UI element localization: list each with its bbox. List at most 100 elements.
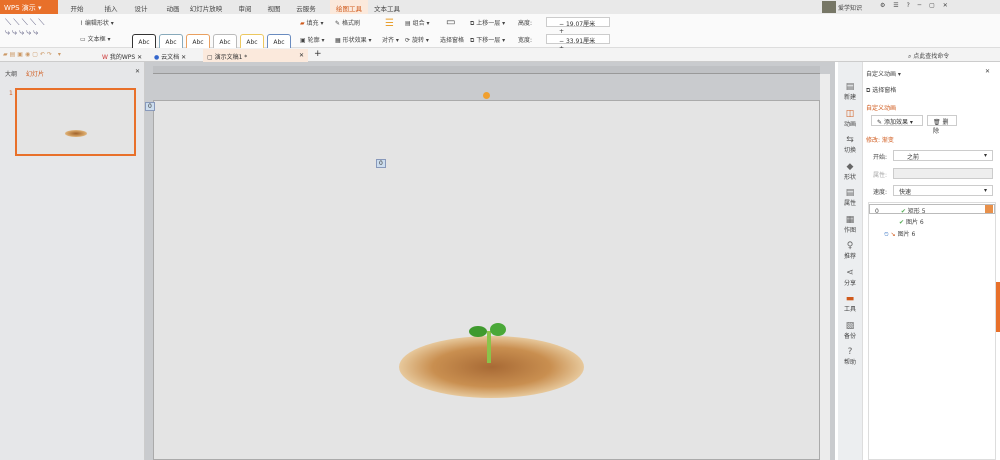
side-label: 分享 [843, 279, 856, 287]
tab-9[interactable]: 文本工具 [368, 0, 406, 14]
selection-pane-link[interactable]: ⧉ 选择窗格 [866, 85, 896, 95]
close-panel-icon[interactable]: ✕ [135, 68, 140, 75]
side-button-6[interactable]: ♀ 推荐 [838, 241, 862, 260]
side-icon: ▬ [845, 294, 855, 304]
slide-number: 1 [9, 90, 13, 97]
sprout-leaf-left [469, 326, 487, 337]
side-icon: ▦ [845, 214, 855, 225]
new-tab-button[interactable]: + [310, 49, 326, 62]
tab-5[interactable]: 审阅 [230, 0, 260, 14]
selection-pane-button[interactable]: 选择窗格 [440, 35, 464, 44]
side-button-4[interactable]: ▤ 属性 [838, 188, 862, 207]
property-label: 属性: [873, 172, 888, 179]
align-button[interactable]: 对齐 ▾ [382, 35, 399, 44]
speed-select[interactable]: 快速 ▾ [893, 185, 993, 196]
doc-tab-my-wps[interactable]: W 我的WPS ✕ [98, 49, 146, 62]
sprout-stem [487, 331, 491, 363]
animation-list: 0 ✔ 矩形 5 ✔ 图片 6 ⏲ ↘ 图片 6 [868, 202, 996, 460]
vertical-scrollbar[interactable] [820, 74, 830, 460]
side-icon: ▤ [845, 188, 855, 198]
document-tab-bar: ▰▤▣◉▢↶↷ ▾ W 我的WPS ✕ ● 云文档 ✕ ▢ 演示文稿1 * ✕ +… [0, 48, 1000, 62]
group-button[interactable]: ▤ 组合 ▾ [405, 18, 430, 27]
slides-panel: 大纲 幻灯片 ✕ 1 [0, 62, 145, 460]
slide[interactable]: 0 [153, 100, 820, 460]
doc-tab-cloud[interactable]: ● 云文档 ✕ [150, 49, 190, 62]
side-label: 工具 [843, 306, 856, 313]
side-button-9[interactable]: ▧ 备份 [838, 321, 862, 340]
tab-1[interactable]: 插入 [96, 0, 126, 14]
rotate-button[interactable]: ⟳ 旋转 ▾ [405, 35, 429, 44]
side-label: 备份 [843, 332, 856, 340]
outline-button[interactable]: ▣ 轮廓 ▾ [300, 35, 325, 44]
edit-shape-button[interactable]: ⌇ 编辑形状 ▾ [80, 18, 114, 27]
side-icon: ▤ [845, 82, 855, 92]
width-input[interactable]: − 33.91厘米 + [546, 34, 610, 52]
add-effect-button[interactable]: ✎ 添加效果 ▾ [871, 115, 923, 126]
line-shapes-gallery[interactable]: ⟍⟍⟍⟍⟍ ⤷⤷⤷⤷⤷ [5, 18, 65, 44]
start-label: 开始: [873, 154, 888, 161]
ribbon: ⟍⟍⟍⟍⟍ ⤷⤷⤷⤷⤷ ⌇ 编辑形状 ▾ ▭ 文本框 ▾ Abc Abc Abc … [0, 14, 1000, 52]
bring-forward-button[interactable]: ⧉ 上移一层 ▾ [470, 18, 505, 28]
tab-2[interactable]: 设计 [126, 0, 156, 14]
side-icon: ⋖ [846, 267, 854, 278]
animation-item[interactable]: 0 ✔ 矩形 5 [869, 204, 995, 215]
tab-outline[interactable]: 大纲 [5, 69, 17, 78]
side-button-2[interactable]: ⇆ 切换 [838, 135, 862, 154]
modify-heading: 修改: 渐变 [866, 137, 894, 144]
section-heading: 自定义动画 [866, 105, 897, 112]
side-button-0[interactable]: ▤ 新建 [838, 82, 862, 101]
soil-image[interactable] [399, 336, 584, 398]
property-select [893, 168, 993, 179]
side-label: 切换 [843, 147, 856, 154]
side-button-5[interactable]: ▦ 作图 [838, 215, 862, 234]
side-icon: ▧ [845, 320, 855, 331]
delete-button[interactable]: 🗑 删除 [927, 115, 957, 135]
app-menu-button[interactable]: WPS 演示 ▾ [0, 0, 58, 14]
side-label: 属性 [843, 200, 856, 207]
tab-7[interactable]: 云服务 [290, 0, 322, 14]
shape-effect-button[interactable]: ▦ 形状效果 ▾ [335, 35, 372, 44]
side-button-3[interactable]: ◆ 形状 [838, 162, 862, 181]
close-panel-icon[interactable]: ✕ [985, 68, 990, 75]
textbox-button[interactable]: ▭ 文本框 ▾ [80, 34, 111, 43]
side-icon: ◫ [845, 108, 855, 119]
animation-tag[interactable]: 0 [376, 159, 386, 168]
side-button-7[interactable]: ⋖ 分享 [838, 268, 862, 287]
side-label: 推荐 [843, 253, 856, 260]
tab-8[interactable]: 绘图工具 [330, 0, 368, 14]
side-button-1[interactable]: ◫ 动画 [838, 109, 862, 128]
doc-tab-presentation[interactable]: ▢ 演示文稿1 * ✕ [203, 49, 308, 62]
animation-item[interactable]: ⏲ ↘ 图片 6 [884, 229, 915, 239]
user-name[interactable]: 爱学知识 [838, 3, 862, 12]
panel-collapse-handle[interactable] [996, 282, 1000, 332]
speed-label: 速度: [873, 189, 888, 196]
fill-button[interactable]: ▰ 填充 ▾ [300, 18, 323, 27]
align-icon: ☰ [385, 18, 394, 29]
slide-thumbnail[interactable] [15, 88, 136, 156]
app-logo: WPS 演示 [4, 4, 36, 12]
animation-item[interactable]: ✔ 图片 6 [899, 217, 924, 226]
side-icon: ? [847, 347, 853, 357]
search-command[interactable]: ⌕ 点此查找命令 [908, 51, 949, 61]
avatar[interactable] [822, 1, 836, 13]
side-button-8[interactable]: ▬ 工具 [838, 294, 862, 313]
tab-3[interactable]: 动画 [158, 0, 188, 14]
selection-pane-icon: ▭ [446, 17, 456, 28]
tab-slides[interactable]: 幻灯片 [26, 69, 44, 78]
height-input[interactable]: − 19.07厘米 + [546, 17, 610, 35]
tab-0[interactable]: 开始 [58, 0, 96, 14]
format-painter-button[interactable]: ✎ 格式刷 [335, 18, 360, 27]
panel-title[interactable]: 自定义动画 ▾ [866, 69, 901, 78]
side-label: 新建 [843, 94, 856, 101]
side-label: 作图 [843, 226, 856, 234]
width-label: 宽度: [518, 37, 533, 44]
quick-access-toolbar[interactable]: ▰▤▣◉▢↶↷ ▾ [3, 51, 63, 58]
tab-4[interactable]: 幻灯片放映 [186, 0, 226, 14]
animation-tag[interactable]: 0 [145, 102, 155, 111]
window-controls[interactable]: ⚙ ☰ ? ─ ▢ ✕ [880, 2, 951, 9]
start-select[interactable]: 之前 ▾ [893, 150, 993, 161]
rotate-handle[interactable] [483, 92, 490, 99]
side-button-10[interactable]: ? 帮助 [838, 347, 862, 366]
tab-6[interactable]: 视图 [260, 0, 288, 14]
send-backward-button[interactable]: ⧉ 下移一层 ▾ [470, 35, 505, 45]
